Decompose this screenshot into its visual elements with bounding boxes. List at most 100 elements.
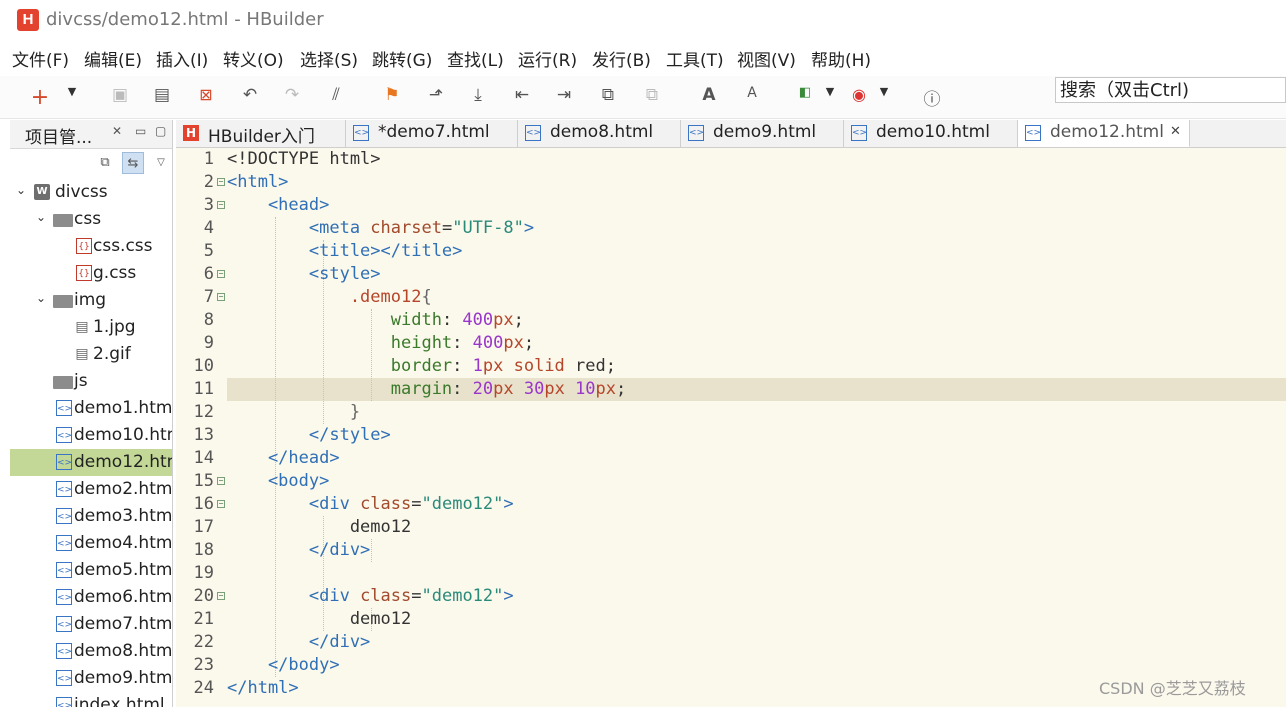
fold-toggle-icon[interactable]: − <box>217 500 225 508</box>
tree-item-css-file[interactable]: {} g.css <box>10 260 172 287</box>
tree-item-divcss[interactable]: ⌄ W divcss <box>10 179 172 206</box>
fold-toggle-icon[interactable]: − <box>217 477 225 485</box>
tree-item-html-file[interactable]: <> demo3.htm <box>10 503 172 530</box>
info-icon[interactable]: ⓘ <box>920 85 944 110</box>
tab-close-icon[interactable]: ✕ <box>1170 124 1181 139</box>
tab-demo9[interactable]: <> demo9.html <box>681 120 844 147</box>
tab-demo8[interactable]: <> demo8.html <box>518 120 681 147</box>
fold-toggle-icon[interactable]: − <box>217 592 225 600</box>
font-increase-icon[interactable]: A <box>697 85 721 109</box>
tree-item-css-folder[interactable]: ⌄ css <box>10 206 172 233</box>
menu-tools[interactable]: 工具(T) <box>666 46 724 71</box>
code-token: border <box>227 356 453 376</box>
browser-dropdown-caret-icon[interactable]: ▼ <box>878 85 890 109</box>
tree-item-label: demo1.htm <box>74 398 172 418</box>
save-all-icon[interactable]: ▤ <box>150 85 174 109</box>
panel-close-icon[interactable]: ✕ <box>112 124 122 138</box>
fold-toggle-icon[interactable]: − <box>217 178 225 186</box>
run-icon[interactable]: ◧ <box>793 85 817 109</box>
menu-insert[interactable]: 插入(I) <box>156 46 208 71</box>
line-number: 13 <box>176 424 226 447</box>
project-panel-tab[interactable]: 项目管... ✕ ▭ ▢ <box>10 120 172 149</box>
chrome-browser-icon[interactable]: ◉ <box>847 85 871 109</box>
tab-demo7[interactable]: <> *demo7.html <box>346 120 518 147</box>
tab-label: demo10.html <box>876 122 990 142</box>
view-menu-caret-icon[interactable]: ▽ <box>150 152 172 174</box>
goto-end-icon[interactable]: ⇥ <box>552 85 576 109</box>
html-file-icon: <> <box>56 670 72 686</box>
code-token: px <box>503 333 524 353</box>
code-token: ; <box>616 379 627 399</box>
fold-toggle-icon[interactable]: − <box>217 201 225 209</box>
code-token: </head> <box>227 448 340 468</box>
font-decrease-icon[interactable]: A <box>740 85 764 109</box>
run-dropdown-caret-icon[interactable]: ▼ <box>824 85 836 109</box>
menu-find[interactable]: 查找(L) <box>447 46 504 71</box>
tree-item-html-file[interactable]: <> demo8.htm <box>10 638 172 665</box>
link-editor-icon[interactable]: ⇆ <box>122 152 144 174</box>
tab-demo10[interactable]: <> demo10.html <box>844 120 1018 147</box>
html-file-icon: <> <box>1025 125 1041 141</box>
tab-demo12[interactable]: <> demo12.html ✕ <box>1018 120 1190 147</box>
tree-item-img-folder[interactable]: ⌄ img <box>10 287 172 314</box>
panel-minimize-icon[interactable]: ▭ <box>135 124 146 138</box>
menu-publish[interactable]: 发行(B) <box>592 46 651 71</box>
new-file-icon[interactable]: + <box>28 85 52 110</box>
tree-item-label: demo8.htm <box>74 641 172 661</box>
menu-view[interactable]: 视图(V) <box>737 46 796 71</box>
code-line: <head> <box>227 194 329 217</box>
import-icon[interactable]: ⤓ <box>466 85 490 109</box>
tree-item-label: demo10.htm <box>74 425 172 445</box>
code-token: <html> <box>227 172 289 192</box>
expand-chevron-icon[interactable]: ⌄ <box>16 183 26 197</box>
menu-escape[interactable]: 转义(O) <box>223 46 284 71</box>
tree-item-html-file[interactable]: <> demo6.htm <box>10 584 172 611</box>
tree-item-css-file[interactable]: {} css.css <box>10 233 172 260</box>
save-icon[interactable]: ▣ <box>108 85 132 109</box>
expand-chevron-icon[interactable]: ⌄ <box>36 210 46 224</box>
tree-item-js-folder[interactable]: js <box>10 368 172 395</box>
menu-goto[interactable]: 跳转(G) <box>372 46 432 71</box>
code-token: 1 <box>472 356 483 376</box>
tree-item-html-file[interactable]: <> demo7.htm <box>10 611 172 638</box>
code-editor[interactable]: 1 2−3−4 5 6−7−8 9 10 11 12 13 14 15−16−17 18 19 20−21… <box>176 148 1286 707</box>
new-dropdown-caret-icon[interactable]: ▼ <box>66 85 78 109</box>
tree-item-html-file[interactable]: <> demo5.htm <box>10 557 172 584</box>
bookmark-icon[interactable]: ⚑ <box>380 85 404 109</box>
tree-item-html-file[interactable]: <> demo2.htm <box>10 476 172 503</box>
tree-item-html-file-selected[interactable]: <> demo12.htm <box>10 449 172 476</box>
panel-maximize-icon[interactable]: ▢ <box>155 124 166 138</box>
menu-help[interactable]: 帮助(H) <box>811 46 871 71</box>
tree-item-html-file[interactable]: <> demo4.htm <box>10 530 172 557</box>
search-input[interactable]: 搜索（双击Ctrl) <box>1055 77 1286 103</box>
format-icon[interactable]: ⫽ <box>324 85 348 109</box>
tree-item-html-file[interactable]: <> index.html <box>10 692 172 707</box>
code-token: "demo12" <box>421 494 504 514</box>
undo-icon[interactable]: ↶ <box>238 85 262 109</box>
fold-toggle-icon[interactable]: − <box>217 270 225 278</box>
comment-icon[interactable]: ⧉ <box>596 85 620 109</box>
tree-item-html-file[interactable]: <> demo1.htm <box>10 395 172 422</box>
image-file-icon: ▤ <box>75 346 89 362</box>
redo-icon[interactable]: ↷ <box>280 85 304 109</box>
menu-file[interactable]: 文件(F) <box>12 46 69 71</box>
menu-select[interactable]: 选择(S) <box>300 46 358 71</box>
fold-toggle-icon[interactable]: − <box>217 293 225 301</box>
close-file-icon[interactable]: ⊠ <box>194 85 218 109</box>
expand-chevron-icon[interactable]: ⌄ <box>36 291 46 305</box>
menu-edit[interactable]: 编辑(E) <box>84 46 142 71</box>
goto-start-icon[interactable]: ⇤ <box>510 85 534 109</box>
menu-run[interactable]: 运行(R) <box>518 46 577 71</box>
collapse-all-icon[interactable]: ⧉ <box>94 152 116 174</box>
tree-item-label: img <box>74 290 107 310</box>
code-token: > <box>503 494 514 514</box>
tree-item-image-file[interactable]: ▤ 2.gif <box>10 341 172 368</box>
line-number-text: 2 <box>203 172 214 192</box>
tree-item-image-file[interactable]: ▤ 1.jpg <box>10 314 172 341</box>
tree-item-html-file[interactable]: <> demo9.htm <box>10 665 172 692</box>
uncomment-icon[interactable]: ⧉ <box>640 85 664 109</box>
title-bar: H divcss/demo12.html - HBuilder <box>0 0 1286 40</box>
tree-item-html-file[interactable]: <> demo10.htm <box>10 422 172 449</box>
open-file-icon[interactable]: ⬏ <box>424 85 448 109</box>
tab-hbuilder-intro[interactable]: H HBuilder入门 <box>176 120 346 147</box>
